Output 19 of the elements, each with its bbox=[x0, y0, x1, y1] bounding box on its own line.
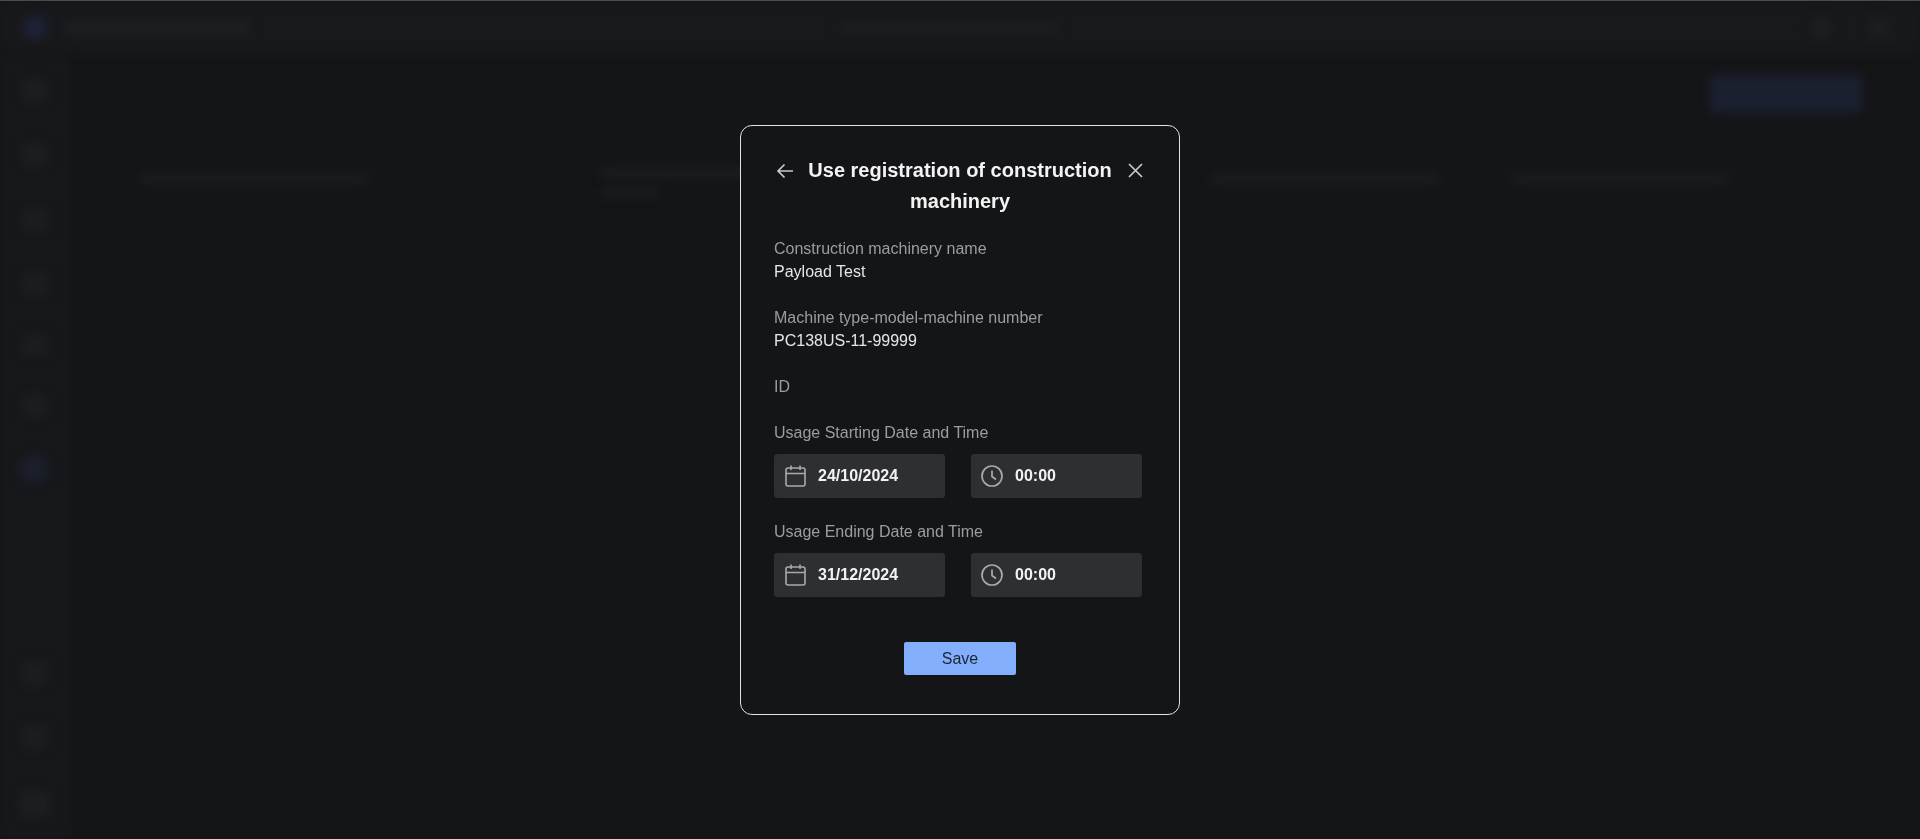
date-field[interactable]: 24/10/2024 bbox=[774, 453, 945, 498]
field-value: Payload Test bbox=[774, 261, 867, 282]
dialog-title: Use registration of construction machinery bbox=[807, 157, 1113, 214]
date-field[interactable]: 31/12/2024 bbox=[774, 552, 945, 597]
period-label: Usage Ending Date and Time bbox=[774, 521, 984, 542]
save-button[interactable]: Save bbox=[904, 641, 1016, 675]
time-field[interactable]: 00:00 bbox=[971, 453, 1142, 498]
field-value: PC138US-11-99999 bbox=[774, 330, 918, 351]
calendar-icon bbox=[785, 563, 806, 586]
clock-icon bbox=[981, 563, 1003, 586]
field-label: Machine type-model-machine number bbox=[774, 307, 1044, 328]
back-arrow-icon bbox=[776, 162, 794, 179]
clock-icon bbox=[981, 464, 1003, 487]
field-label: ID bbox=[774, 376, 791, 397]
close-icon bbox=[1127, 163, 1143, 178]
calendar-icon bbox=[785, 464, 806, 487]
period-label: Usage Starting Date and Time bbox=[774, 422, 990, 443]
field-label: Construction machinery name bbox=[774, 238, 988, 259]
time-field[interactable]: 00:00 bbox=[971, 552, 1142, 597]
